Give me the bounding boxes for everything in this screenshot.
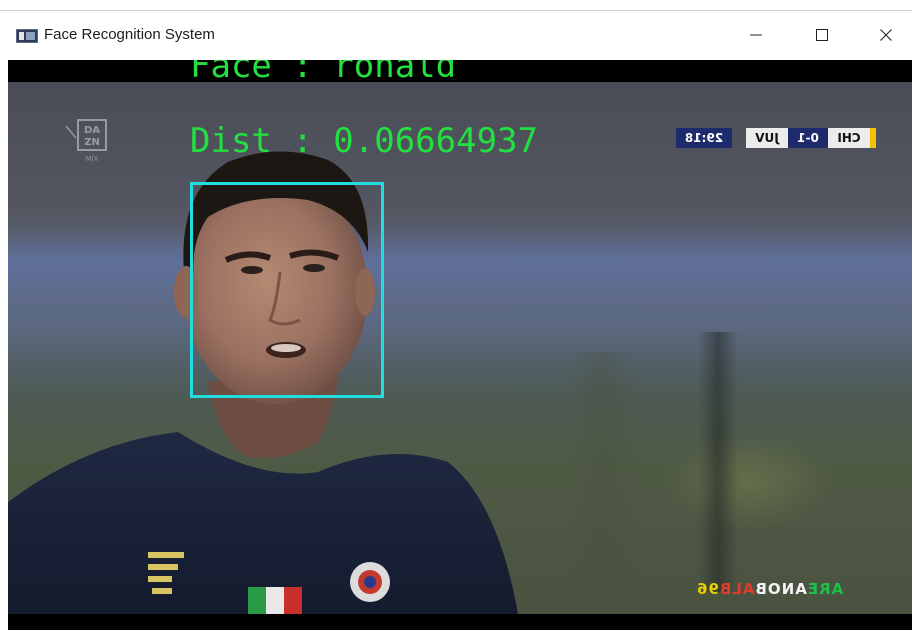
channel-watermark: AREANOBALB96: [696, 580, 843, 598]
maximize-button[interactable]: [792, 15, 852, 55]
watermark-part3: ANOB: [754, 580, 807, 598]
watermark-part2: ALB: [718, 580, 755, 598]
scoreboard-accent: [870, 128, 876, 148]
person-figure: [8, 151, 518, 614]
watermark-part1: 96: [696, 580, 719, 598]
scoreboard: 29:18 JUV 0-1 CHI: [676, 128, 876, 148]
video-frame: DA ZN MIX 29:18 JUV 0-1 CHI AREANOBALB96…: [8, 82, 912, 614]
scoreboard-team-away: CHI: [828, 128, 870, 148]
scoreboard-time: 29:18: [676, 128, 732, 148]
window-title: Face Recognition System: [44, 26, 215, 43]
app-window: Face Recognition System DA ZN MIX 29:18 …: [0, 0, 912, 630]
close-button[interactable]: [856, 15, 912, 55]
scoreboard-score: 0-1: [788, 128, 828, 148]
minimize-icon: [750, 34, 762, 36]
video-feed: DA ZN MIX 29:18 JUV 0-1 CHI AREANOBALB96…: [8, 60, 912, 630]
app-icon: [16, 29, 38, 43]
watermark-part4: ARE: [806, 580, 844, 598]
minimize-button[interactable]: [726, 15, 786, 55]
close-icon: [880, 29, 892, 41]
scoreboard-team-home: JUV: [746, 128, 788, 148]
dazn-logo-icon: DA ZN MIX: [65, 119, 107, 163]
face-bounding-box: [190, 182, 384, 398]
dazn-logo-line2: ZN: [84, 137, 100, 148]
distance-label: Dist : 0.06664937: [190, 121, 538, 161]
maximize-icon: [816, 29, 828, 41]
recognized-name-label: Face : ronald: [190, 60, 457, 86]
dazn-logo-sub: MIX: [86, 155, 99, 163]
dazn-logo-line1: DA: [84, 125, 100, 136]
title-bar[interactable]: Face Recognition System: [0, 11, 912, 60]
